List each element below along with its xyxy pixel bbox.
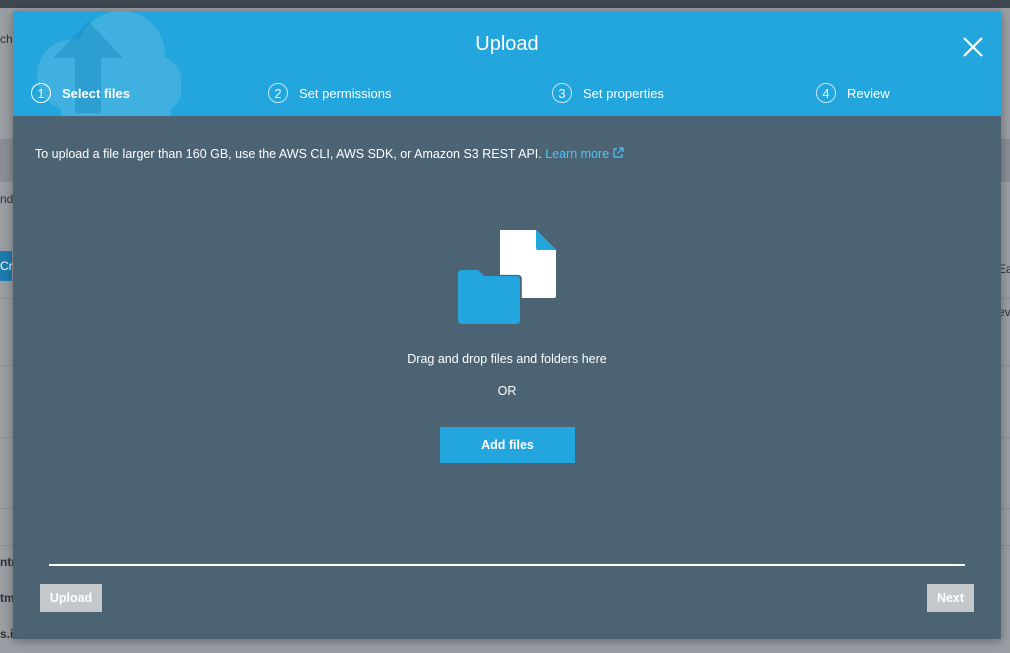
step-label: Review xyxy=(847,85,890,101)
footer-divider xyxy=(49,564,965,566)
size-limit-notice: To upload a file larger than 160 GB, use… xyxy=(35,147,624,161)
close-icon[interactable] xyxy=(961,35,985,59)
folder-file-icon xyxy=(456,230,556,326)
add-files-button[interactable]: Add files xyxy=(440,427,575,463)
dialog-header: Upload 1 Select files 2 Set permissions … xyxy=(13,11,1001,116)
drop-instructions: Drag and drop files and folders here xyxy=(407,352,607,366)
learn-more-link[interactable]: Learn more xyxy=(545,147,624,161)
step-label: Set properties xyxy=(583,85,664,101)
background-text: nd xyxy=(0,192,14,206)
background-text: s.i xyxy=(0,627,14,641)
step-number: 1 xyxy=(31,83,51,103)
background-top-bar xyxy=(0,0,1010,8)
learn-more-label: Learn more xyxy=(545,147,610,161)
or-separator: OR xyxy=(497,384,517,398)
step-number: 3 xyxy=(552,83,572,103)
background-text: ch xyxy=(0,32,13,46)
step-label: Set permissions xyxy=(299,85,392,101)
step-number: 2 xyxy=(268,83,288,103)
next-button[interactable]: Next xyxy=(927,584,974,612)
external-link-icon xyxy=(613,147,624,158)
upload-button[interactable]: Upload xyxy=(40,584,102,612)
notice-text: To upload a file larger than 160 GB, use… xyxy=(35,147,542,161)
step-set-properties: 3 Set properties xyxy=(552,80,664,106)
step-set-permissions: 2 Set permissions xyxy=(268,80,391,106)
step-number: 4 xyxy=(816,83,836,103)
dialog-title: Upload xyxy=(475,33,539,55)
upload-dialog: Upload 1 Select files 2 Set permissions … xyxy=(13,11,1001,639)
step-label: Select files xyxy=(62,85,130,101)
background-text: Cr xyxy=(0,259,13,273)
step-select-files: 1 Select files xyxy=(31,80,130,106)
step-review: 4 Review xyxy=(816,80,890,106)
